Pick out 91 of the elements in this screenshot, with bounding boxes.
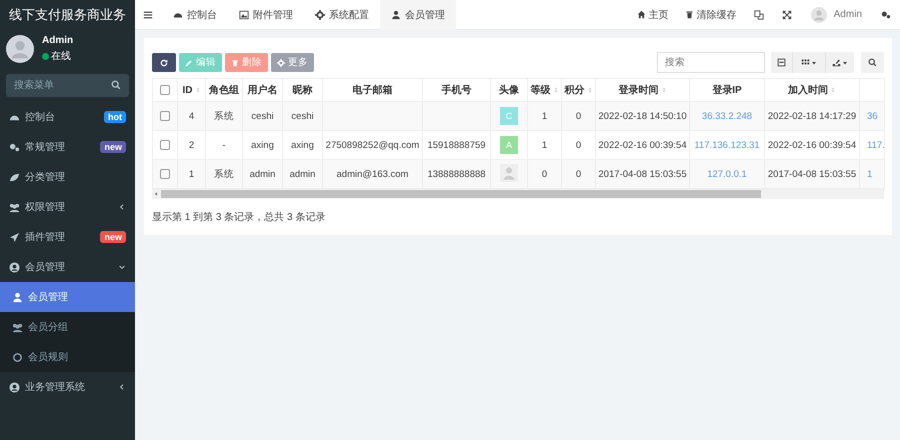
table-cell-text: 2022-02-16 00:39:54 bbox=[768, 140, 856, 150]
nav-tab[interactable]: 会员管理 bbox=[380, 0, 456, 30]
image-icon bbox=[239, 10, 249, 20]
table-cell-text: 2017-04-08 15:03:55 bbox=[768, 168, 856, 180]
menu-item[interactable]: 插件管理 new bbox=[0, 222, 135, 252]
table-cell-text: 2 bbox=[188, 140, 194, 150]
avatar-icon bbox=[500, 164, 518, 182]
users-icon bbox=[9, 202, 20, 212]
horizontal-scrollbar[interactable] bbox=[152, 189, 884, 199]
checkbox[interactable] bbox=[160, 140, 170, 150]
menu-item[interactable]: 权限管理 bbox=[0, 192, 135, 222]
table-cell-text: 1 bbox=[542, 110, 548, 122]
table-cell-text: 0 bbox=[576, 168, 582, 180]
checkbox[interactable] bbox=[160, 110, 170, 121]
user-circle-icon bbox=[9, 382, 20, 392]
brand-title: 线下支付服务商业务 bbox=[9, 6, 126, 24]
user-menu[interactable]: Admin bbox=[800, 0, 872, 30]
table-cell-text: 2022-02-16 00:39:54 bbox=[598, 140, 687, 150]
home-icon bbox=[636, 10, 646, 19]
columns-button[interactable] bbox=[792, 52, 826, 73]
search-field[interactable]: 搜索 bbox=[657, 52, 765, 73]
menu-item[interactable]: 会员规则 bbox=[0, 342, 135, 372]
arrow-left-icon bbox=[154, 192, 158, 196]
menu-badge: new bbox=[100, 231, 126, 243]
table-cell-text: 2022-02-18 14:50:10 bbox=[598, 110, 687, 122]
checkbox[interactable] bbox=[160, 168, 170, 179]
avatar: C bbox=[500, 107, 518, 125]
user-icon bbox=[12, 292, 23, 302]
caret-icon bbox=[811, 60, 817, 66]
checkbox[interactable] bbox=[160, 84, 170, 95]
refresh-icon bbox=[160, 58, 168, 66]
table-cell-text: ceshi bbox=[251, 110, 274, 122]
fullscreen-icon[interactable] bbox=[782, 10, 792, 20]
table-cell-text: 0 bbox=[576, 110, 582, 122]
users-icon bbox=[12, 322, 23, 332]
table-cell-text: 系统 bbox=[214, 110, 234, 122]
menu-badge: new bbox=[100, 141, 126, 153]
leaf-icon bbox=[9, 172, 20, 182]
caret-icon bbox=[842, 60, 848, 66]
menu-item[interactable]: 分类管理 bbox=[0, 162, 135, 192]
menu-item[interactable]: 常规管理 new bbox=[0, 132, 135, 162]
grid-icon bbox=[801, 58, 810, 67]
menu-item[interactable]: 业务管理系统 bbox=[0, 372, 135, 402]
refresh-button[interactable] bbox=[152, 53, 176, 72]
menu-item[interactable]: 会员管理 bbox=[0, 252, 135, 282]
header-link[interactable]: 清除缓存 bbox=[676, 0, 745, 30]
table-cell-text: 4 bbox=[188, 110, 194, 122]
user-circle-icon bbox=[9, 262, 20, 272]
table-cell-text: 1 bbox=[188, 168, 194, 180]
search-icon bbox=[111, 80, 121, 90]
card-icon bbox=[777, 58, 786, 67]
table-cell-text: 1 bbox=[542, 140, 548, 150]
table-cell-text: admin bbox=[290, 168, 316, 180]
table-cell-text: 2750898252@qq.com bbox=[326, 140, 420, 150]
nav-tab[interactable]: 系统配置 bbox=[304, 0, 380, 30]
table-cell-text: admin@163.com bbox=[336, 168, 408, 180]
table-cell-text: 15918888759 bbox=[427, 140, 486, 150]
user-icon bbox=[391, 10, 401, 20]
pagination-info: 显示第 1 到第 3 条记录，总共 3 条记录 bbox=[152, 210, 326, 224]
search-button[interactable] bbox=[861, 52, 884, 73]
user-status: 在线 bbox=[51, 50, 71, 63]
circle-icon bbox=[12, 352, 23, 362]
search-icon bbox=[868, 58, 877, 67]
table-cell-text: 0 bbox=[542, 168, 548, 180]
export-icon bbox=[832, 58, 841, 67]
table-cell-text: axing bbox=[251, 140, 274, 150]
avatar-icon bbox=[6, 35, 34, 63]
menu-item[interactable]: 控制台 hot bbox=[0, 102, 135, 132]
table-cell-text: 0 bbox=[576, 140, 582, 150]
table-cell-text: ceshi bbox=[291, 110, 314, 122]
table-cell-text: admin bbox=[250, 168, 276, 180]
menu-search-field[interactable]: 搜索菜单 bbox=[6, 74, 129, 97]
menu-item[interactable]: 会员管理 bbox=[0, 282, 135, 312]
table-cell-text: 系统 bbox=[214, 168, 234, 180]
nav-tab[interactable]: 附件管理 bbox=[228, 0, 304, 30]
nav-tab[interactable]: 控制台 bbox=[162, 0, 228, 30]
menu-icon[interactable] bbox=[143, 10, 153, 20]
avatar-icon bbox=[810, 6, 827, 22]
menu-badge: hot bbox=[104, 111, 126, 123]
user-name: Admin bbox=[42, 35, 74, 46]
trash-icon bbox=[684, 10, 694, 19]
avatar: A bbox=[500, 136, 518, 154]
menu-item[interactable]: 会员分组 bbox=[0, 312, 135, 342]
table-cell-text: 2022-02-18 14:17:29 bbox=[768, 110, 856, 122]
trash-icon bbox=[231, 58, 239, 66]
table-cell-text: axing bbox=[291, 140, 314, 150]
pencil-icon bbox=[185, 58, 193, 66]
header-link[interactable]: 主页 bbox=[628, 0, 677, 30]
table-cell-text: 2017-04-08 15:03:55 bbox=[598, 168, 687, 180]
table-cell-text: 13888888888 bbox=[427, 168, 486, 180]
table-cell-text: - bbox=[222, 140, 226, 150]
